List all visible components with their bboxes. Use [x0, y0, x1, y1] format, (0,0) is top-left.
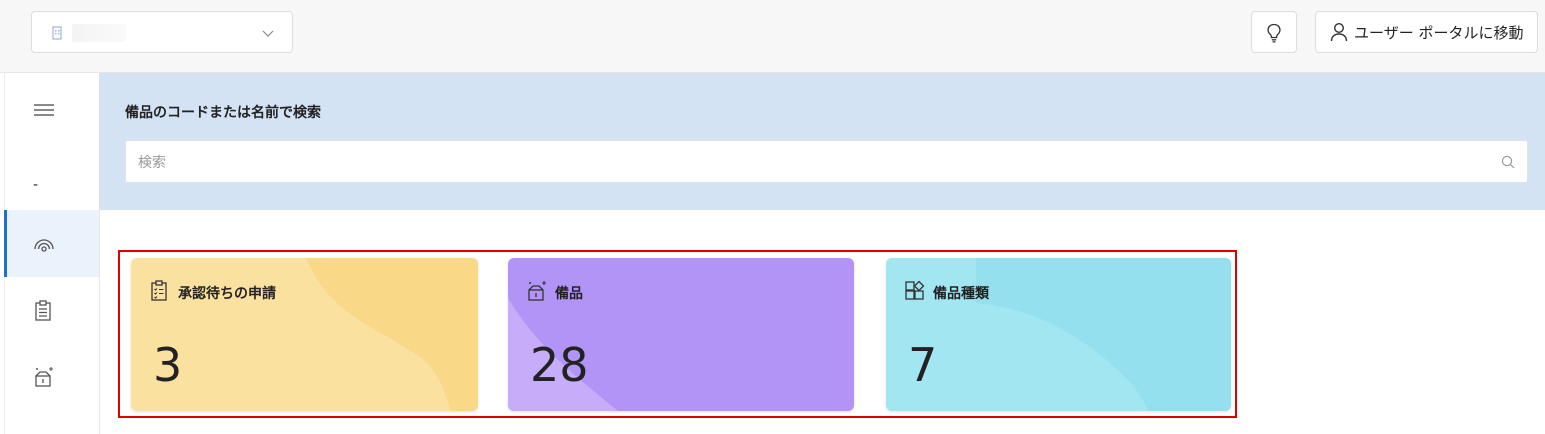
sidebar-item-requests[interactable]	[5, 287, 99, 335]
card-title: 備品種類	[933, 286, 989, 302]
clipboard-icon	[35, 300, 51, 321]
chevron-down-icon	[262, 30, 274, 37]
organization-name-redacted	[72, 24, 126, 42]
sidebar-item-dashboard[interactable]	[4, 210, 99, 277]
search-icon[interactable]	[1501, 155, 1515, 169]
lightbulb-icon	[1267, 23, 1281, 43]
sidebar-item-equipment[interactable]	[5, 355, 99, 403]
card-title: 備品	[555, 286, 583, 302]
search-input[interactable]	[126, 141, 1500, 184]
search-panel: 備品のコードまたは名前で検索	[99, 73, 1545, 210]
sidebar: -	[4, 73, 100, 434]
building-icon	[52, 26, 62, 40]
equipment-icon	[35, 367, 53, 387]
card-value: 7	[908, 338, 938, 392]
card-equipment-categories[interactable]: 備品種類 7	[886, 258, 1231, 411]
equipment-icon	[528, 281, 546, 301]
card-value: 3	[153, 338, 183, 392]
card-title: 承認待ちの申請	[178, 286, 276, 302]
user-icon	[1330, 22, 1348, 42]
tips-button[interactable]	[1251, 11, 1297, 53]
menu-icon	[34, 104, 54, 116]
card-pending-requests[interactable]: 承認待ちの申請 3	[131, 258, 478, 411]
user-portal-button[interactable]: ユーザー ポータルに移動	[1315, 11, 1538, 53]
search-title: 備品のコードまたは名前で検索	[125, 105, 321, 121]
card-wave-decoration	[306, 258, 478, 411]
clipboard-check-icon	[151, 280, 167, 301]
organization-select[interactable]	[31, 11, 293, 53]
dashboard-icon	[34, 239, 54, 252]
sidebar-item-label: -	[33, 177, 39, 193]
top-bar: ユーザー ポータルに移動	[0, 0, 1545, 73]
user-portal-label: ユーザー ポータルに移動	[1354, 23, 1524, 42]
card-equipment[interactable]: 備品 28	[508, 258, 854, 411]
card-wave-decoration	[976, 258, 1231, 411]
search-box	[125, 140, 1528, 184]
categories-icon	[905, 280, 925, 300]
card-value: 28	[530, 338, 589, 392]
sidebar-menu-toggle[interactable]	[5, 91, 99, 131]
